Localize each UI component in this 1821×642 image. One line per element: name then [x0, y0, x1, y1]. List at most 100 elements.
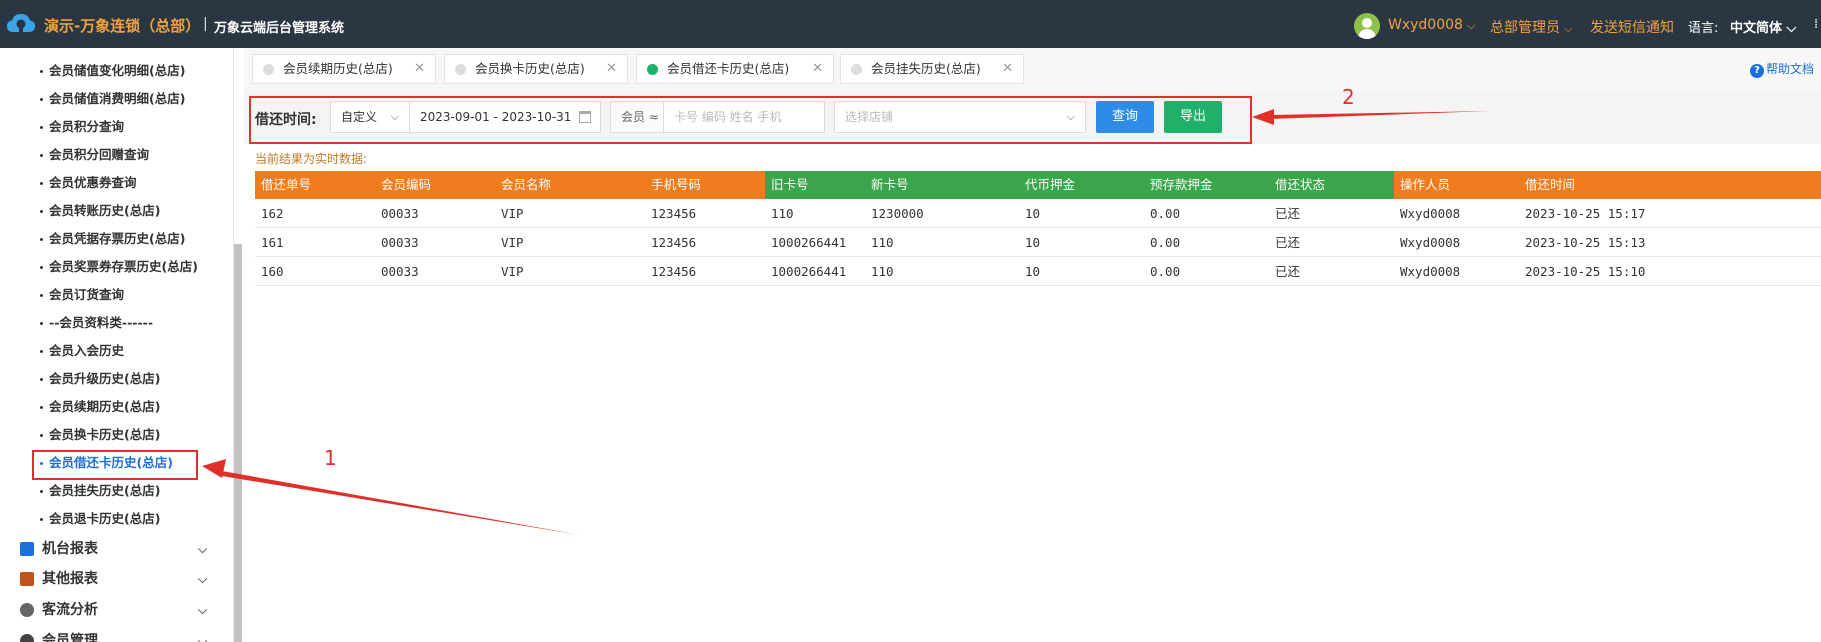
- cloud-logo-icon: [7, 14, 35, 33]
- sidebar-item[interactable]: 会员挂失历史(总店): [0, 478, 233, 504]
- sidebar-item[interactable]: 会员储值变化明细(总店): [0, 58, 233, 84]
- tab-loss-report-history[interactable]: 会员挂失历史(总店) ✕: [840, 54, 1024, 84]
- sidebar-group-label: 其他报表: [42, 571, 98, 587]
- table-row[interactable]: 160 00033 VIP 123456 1000266441 110 10 0.00 已还 Wx…: [255, 257, 1821, 286]
- tab-borrow-return-history[interactable]: 会员借还卡历史(总店) ✕: [636, 54, 834, 84]
- column-header[interactable]: 操作人员: [1394, 171, 1519, 199]
- table-cell: 0.00: [1150, 235, 1181, 250]
- close-icon[interactable]: ✕: [1002, 55, 1013, 83]
- sidebar-item[interactable]: 会员换卡历史(总店): [0, 422, 233, 448]
- table-cell: 110: [871, 264, 894, 279]
- table-cell: 160: [261, 264, 284, 279]
- table-cell: 2023-10-25 15:17: [1525, 206, 1646, 221]
- tab-status-icon: [647, 64, 658, 75]
- table-cell: 0.00: [1150, 206, 1181, 221]
- sidebar-group[interactable]: 其他报表 ⌵: [0, 564, 233, 594]
- table-cell: VIP: [501, 235, 524, 250]
- column-header[interactable]: 代币押金: [1019, 171, 1144, 199]
- sidebar-item-label: 会员凭据存票历史(总店): [49, 231, 186, 246]
- bullet-icon: [40, 98, 43, 101]
- bullet-icon: [40, 210, 43, 213]
- column-header[interactable]: 会员名称: [495, 171, 645, 199]
- close-icon[interactable]: ✕: [606, 55, 617, 83]
- tab-bar: 会员续期历史(总店) ✕ 会员换卡历史(总店) ✕ 会员借还卡历史(总店) ✕ 会员挂…: [244, 48, 1821, 92]
- bullet-icon: [40, 434, 43, 437]
- column-header[interactable]: 预存款押金: [1144, 171, 1269, 199]
- sidebar-item[interactable]: 会员入会历史: [0, 338, 233, 364]
- language-label: 语言:: [1688, 21, 1719, 36]
- sidebar-item[interactable]: 会员凭据存票历史(总店): [0, 226, 233, 252]
- sidebar-item[interactable]: 会员订货查询: [0, 282, 233, 308]
- sidebar-group[interactable]: 机台报表 ⌵: [0, 534, 233, 564]
- sidebar-item[interactable]: 会员储值消费明细(总店): [0, 86, 233, 112]
- column-header[interactable]: 旧卡号: [765, 171, 865, 199]
- chevron-down-icon: ⌵: [1564, 22, 1573, 35]
- sidebar-item[interactable]: --会员资料类------: [0, 310, 233, 336]
- table-cell: Wxyd0008: [1400, 235, 1461, 250]
- column-header[interactable]: 借还状态: [1269, 171, 1394, 199]
- sidebar: 会员储值变化明细(总店) 会员储值消费明细(总店) 会员积分查询 会员积分回赠查询 会员…: [0, 48, 234, 642]
- realtime-note: 当前结果为实时数据:: [255, 152, 368, 166]
- table-cell: Wxyd0008: [1400, 264, 1461, 279]
- bullet-icon: [40, 294, 43, 297]
- column-header[interactable]: 新卡号: [865, 171, 1019, 199]
- brand-name: 演示-万象连锁（总部）: [44, 17, 201, 35]
- sidebar-item[interactable]: 会员奖票券存票历史(总店): [0, 254, 233, 280]
- sidebar-item[interactable]: 会员升级历史(总店): [0, 366, 233, 392]
- table-cell: Wxyd0008: [1400, 206, 1461, 221]
- top-bar: 演示-万象连锁（总部） | 万象云端后台管理系统 Wxyd0008 ⌵ 总部管理员…: [0, 0, 1821, 48]
- column-header[interactable]: 会员编码: [375, 171, 495, 199]
- sidebar-item-label: 会员储值变化明细(总店): [49, 63, 186, 78]
- column-header[interactable]: 借还时间: [1519, 171, 1821, 199]
- table-row[interactable]: 162 00033 VIP 123456 110 1230000 10 0.00 已还 Wxyd0…: [255, 199, 1821, 228]
- table-cell: 162: [261, 206, 284, 221]
- table-cell: 00033: [381, 206, 419, 221]
- table-cell: 110: [871, 235, 894, 250]
- sidebar-item[interactable]: 会员续期历史(总店): [0, 394, 233, 420]
- sidebar-item[interactable]: 会员积分回赠查询: [0, 142, 233, 168]
- sidebar-item-label: 会员储值消费明细(总店): [49, 91, 186, 106]
- bullet-icon: [40, 490, 43, 493]
- user-menu[interactable]: Wxyd0008 ⌵: [1388, 17, 1475, 33]
- arrow-to-sidebar: [222, 471, 580, 535]
- tab-card-change-history[interactable]: 会员换卡历史(总店) ✕: [444, 54, 628, 84]
- table-cell: 1230000: [871, 206, 924, 221]
- chevron-down-icon: ⌵: [1466, 19, 1476, 32]
- language-select[interactable]: 中文简体 ⌵: [1730, 17, 1796, 36]
- table-cell: 161: [261, 235, 284, 250]
- sidebar-item-label: --会员资料类------: [49, 315, 154, 330]
- tab-status-icon: [263, 64, 274, 75]
- column-header[interactable]: 借还单号: [255, 171, 375, 199]
- bullet-icon: [40, 238, 43, 241]
- sidebar-group-label: 会员管理: [42, 633, 98, 642]
- sidebar-item[interactable]: 会员优惠券查询: [0, 170, 233, 196]
- sidebar-item-label: 会员退卡历史(总店): [49, 511, 161, 526]
- sidebar-scrollbar[interactable]: [234, 244, 242, 642]
- chevron-down-icon: ⌵: [198, 603, 208, 617]
- sidebar-item[interactable]: 会员退卡历史(总店): [0, 506, 233, 532]
- help-link[interactable]: ? 帮助文档: [1750, 60, 1814, 78]
- close-icon[interactable]: ✕: [812, 55, 823, 83]
- sidebar-item-label: 会员换卡历史(总店): [49, 427, 161, 442]
- sms-notice-link[interactable]: 发送短信通知: [1590, 17, 1674, 37]
- help-icon: ?: [1750, 64, 1764, 78]
- tab-renewal-history[interactable]: 会员续期历史(总店) ✕: [252, 54, 436, 84]
- bullet-icon: [40, 266, 43, 269]
- role-menu[interactable]: 总部管理员 ⌵: [1490, 17, 1572, 37]
- close-icon[interactable]: ✕: [414, 55, 425, 83]
- avatar[interactable]: [1354, 13, 1380, 39]
- bullet-icon: [40, 378, 43, 381]
- table-cell: 10: [1025, 206, 1041, 221]
- annotation-box-filter: [249, 96, 1252, 144]
- table-cell: VIP: [501, 206, 524, 221]
- sidebar-group[interactable]: 会员管理 ⌵: [0, 626, 233, 642]
- table-row[interactable]: 161 00033 VIP 123456 1000266441 110 10 0.00 已还 Wx…: [255, 228, 1821, 257]
- sidebar-item[interactable]: 会员积分查询: [0, 114, 233, 140]
- sidebar-item[interactable]: 会员转账历史(总店): [0, 198, 233, 224]
- column-header[interactable]: 手机号码: [645, 171, 765, 199]
- table-cell: 10: [1025, 264, 1041, 279]
- sidebar-item-label: 会员续期历史(总店): [49, 399, 161, 414]
- annotation-label-1: 1: [324, 446, 337, 470]
- table-cell: 1000266441: [771, 264, 847, 279]
- sidebar-group[interactable]: 客流分析 ⌵: [0, 595, 233, 625]
